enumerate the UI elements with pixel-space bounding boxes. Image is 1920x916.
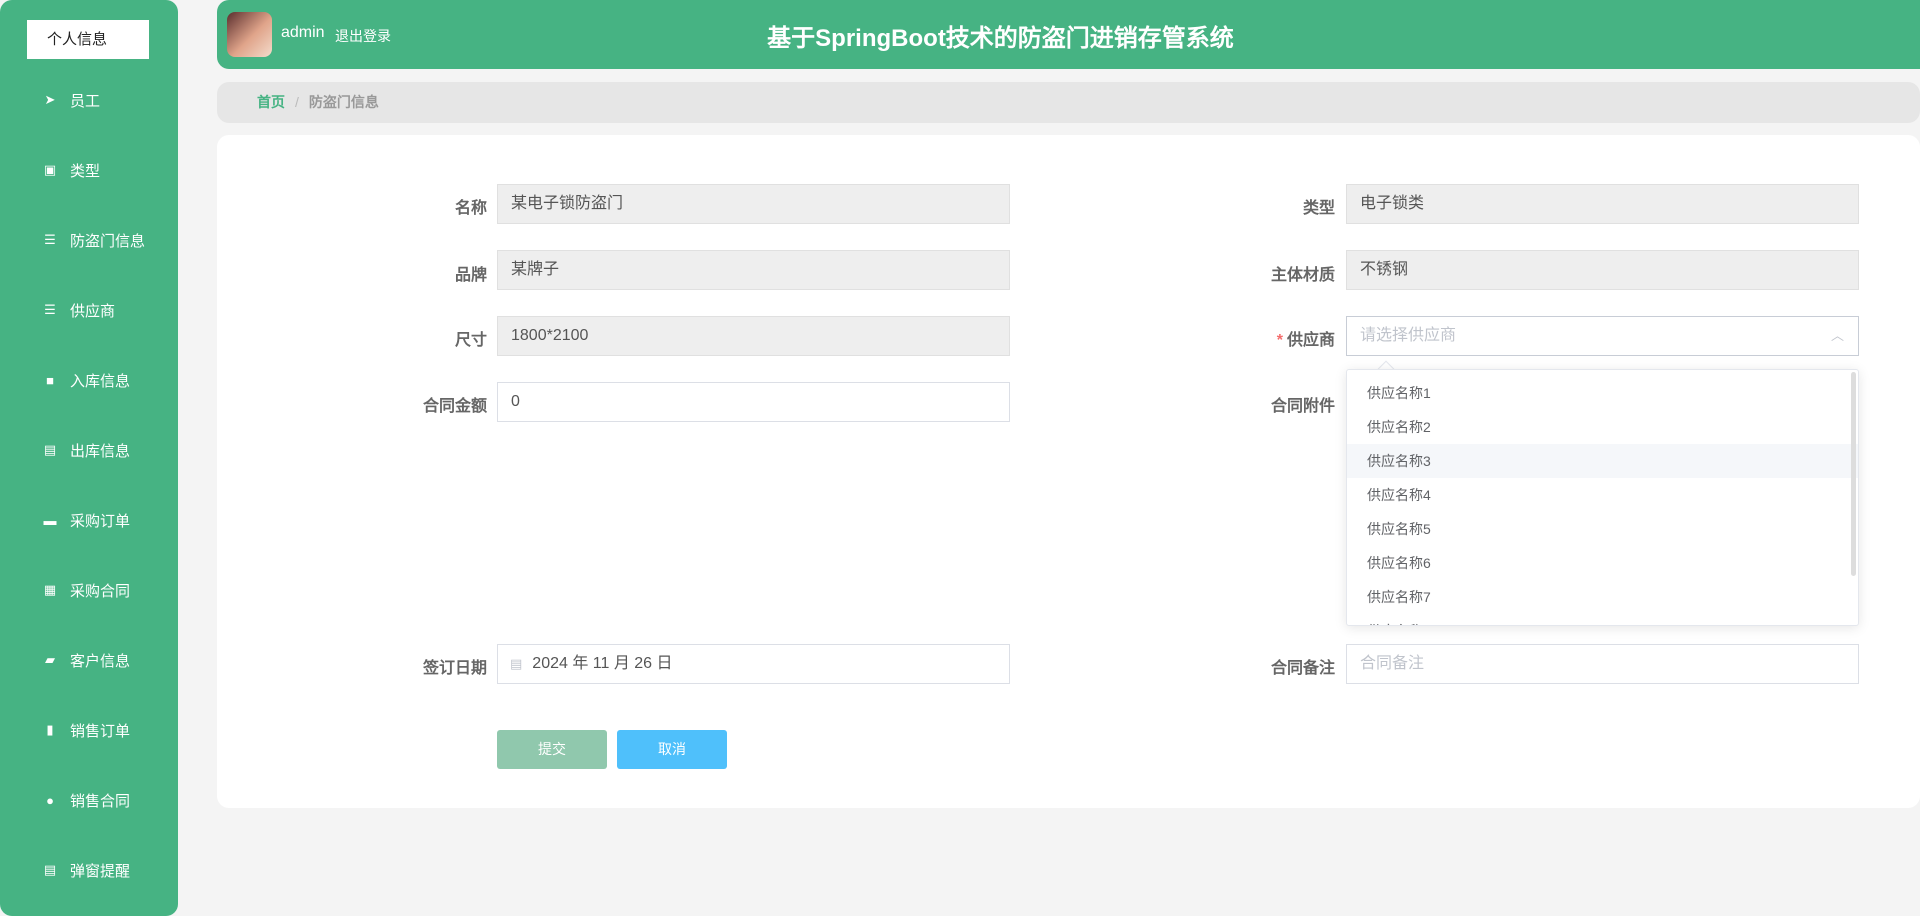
sidebar-item-2[interactable]: ▣ 类型 (0, 150, 178, 190)
sidebar-item-label: 员工 (70, 92, 101, 110)
sliders-icon: ☰ (44, 232, 56, 247)
sidebar-item-label: 弹窗提醒 (70, 862, 131, 880)
sidebar-item-label: 采购合同 (70, 582, 131, 600)
date-value: 2024 年 11 月 26 日 (532, 655, 673, 672)
grid-icon: ▦ (43, 582, 57, 597)
bulb-icon: ● (46, 792, 54, 808)
sidebar-item-label: 入库信息 (70, 372, 131, 390)
sidebar-item-11[interactable]: ● 销售合同 (0, 780, 178, 820)
type-label: 类型 (1302, 200, 1335, 217)
dropdown-option[interactable]: 供应名称7 (1347, 580, 1858, 614)
supplier-select[interactable]: 请选择供应商 ︿ (1346, 316, 1859, 356)
sidebar-item-8[interactable]: ▦ 采购合同 (0, 570, 178, 610)
brand-field[interactable]: 某牌子 (497, 250, 1010, 290)
clipboard-icon: ▤ (43, 862, 57, 877)
breadcrumb: 首页 / 防盗门信息 (217, 82, 1920, 123)
brand-label: 品牌 (454, 267, 487, 284)
sidebar-item-label: 供应商 (70, 302, 116, 320)
dropdown-option[interactable]: 供应名称8 (1347, 614, 1858, 625)
sidebar-item-label: 出库信息 (70, 442, 131, 460)
dropdown-option[interactable]: 供应名称3 (1347, 444, 1858, 478)
sidebar: 个人信息 ➤ 员工 ▣ 类型 ☰ 防盗门信息 ☰ 供应商 ■ 入库信息 ▤ 出库信息 ▬ 采购订单 ▦ 采购合… (0, 0, 178, 916)
list-icon: ☰ (44, 302, 56, 317)
dropdown-option[interactable]: 供应名称6 (1347, 546, 1858, 580)
page-title: 基于SpringBoot技术的防盗门进销存管系统 (767, 25, 1234, 52)
sidebar-item-10[interactable]: ▮ 销售订单 (0, 710, 178, 750)
remark-placeholder: 合同备注 (1360, 655, 1425, 672)
dropdown-option[interactable]: 供应名称4 (1347, 478, 1858, 512)
header: admin 退出登录 基于SpringBoot技术的防盗门进销存管系统 (217, 0, 1920, 69)
sidebar-item-12[interactable]: ▤ 弹窗提醒 (0, 850, 178, 890)
chart-icon: ▣ (43, 162, 57, 177)
supplier-dropdown: 供应名称1供应名称2供应名称3供应名称4供应名称5供应名称6供应名称7供应名称8 (1346, 369, 1859, 626)
dropdown-option[interactable]: 供应名称5 (1347, 512, 1858, 546)
material-label: 主体材质 (1270, 267, 1335, 284)
dropdown-option[interactable]: 供应名称1 (1347, 376, 1858, 410)
type-field[interactable]: 电子锁类 (1346, 184, 1859, 224)
date-label: 签订日期 (422, 660, 487, 677)
cancel-button[interactable]: 取消 (617, 730, 727, 769)
supplier-label: * 供应商 (1276, 332, 1335, 349)
dropdown-option[interactable]: 供应名称2 (1347, 410, 1858, 444)
sidebar-item-label: 防盗门信息 (70, 232, 146, 250)
sidebar-item-label: 销售订单 (70, 722, 131, 740)
attachment-label: 合同附件 (1270, 398, 1335, 415)
comment-icon: ▬ (43, 512, 57, 528)
material-field[interactable]: 不锈钢 (1346, 250, 1859, 290)
amount-label: 合同金额 (422, 398, 487, 415)
calendar-icon: ▤ (510, 656, 523, 671)
dropdown-scrollbar[interactable] (1851, 372, 1856, 576)
chevron-up-icon: ︿ (1830, 328, 1844, 343)
briefcase-icon: ■ (46, 372, 54, 388)
sidebar-item-5[interactable]: ■ 入库信息 (0, 360, 178, 400)
remark-input[interactable]: 合同备注 (1346, 644, 1859, 684)
sidebar-item-4[interactable]: ☰ 供应商 (0, 290, 178, 330)
sidebar-item-label: 采购订单 (70, 512, 131, 530)
sidebar-item-label: 类型 (70, 162, 101, 180)
supplier-placeholder: 请选择供应商 (1360, 327, 1457, 344)
sidebar-item-9[interactable]: ▰ 客户信息 (0, 640, 178, 680)
sidebar-item-7[interactable]: ▬ 采购订单 (0, 500, 178, 540)
name-field[interactable]: 某电子锁防盗门 (497, 184, 1010, 224)
submit-button[interactable]: 提交 (497, 730, 607, 769)
size-field[interactable]: 1800*2100 (497, 316, 1010, 356)
date-picker[interactable]: ▤ 2024 年 11 月 26 日 (497, 644, 1010, 684)
breadcrumb-home[interactable]: 首页 (257, 94, 285, 110)
sidebar-item-1[interactable]: ➤ 员工 (0, 80, 178, 120)
bar-chart-icon: ▮ (46, 722, 54, 737)
sidebar-item-label: 客户信息 (70, 652, 131, 670)
remark-label: 合同备注 (1270, 660, 1335, 677)
breadcrumb-separator: / (295, 94, 299, 110)
wallet-icon: ▰ (45, 652, 55, 667)
profile-button[interactable]: 个人信息 (27, 20, 149, 59)
amount-input[interactable]: 0 (497, 382, 1010, 422)
breadcrumb-current: 防盗门信息 (308, 94, 379, 110)
size-label: 尺寸 (454, 332, 487, 349)
sidebar-item-label: 销售合同 (70, 792, 131, 810)
sidebar-item-6[interactable]: ▤ 出库信息 (0, 430, 178, 470)
clipboard-x-icon: ▤ (43, 442, 57, 457)
sidebar-item-3[interactable]: ☰ 防盗门信息 (0, 220, 178, 260)
name-label: 名称 (454, 200, 487, 217)
paper-plane-icon: ➤ (44, 92, 56, 107)
